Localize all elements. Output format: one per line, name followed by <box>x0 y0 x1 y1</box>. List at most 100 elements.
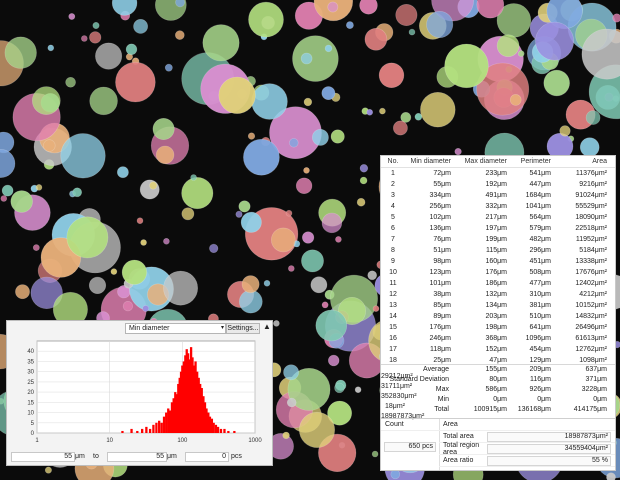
particle <box>408 28 416 36</box>
particle <box>110 268 118 275</box>
particle <box>282 431 290 440</box>
particle <box>139 179 160 200</box>
table-cell: 55μm <box>433 181 451 188</box>
particle <box>140 239 147 246</box>
particle <box>10 190 33 213</box>
table-row[interactable]: 1 72μm 233μm 541μm 11376μm² <box>381 168 615 179</box>
column-header-max-diameter[interactable]: Max diameter <box>453 158 509 165</box>
stat-value: 136168μm <box>517 406 551 413</box>
stat-row: Average 155μm 209μm 637μm 29212μm² <box>381 366 615 380</box>
results-table-body[interactable]: 1 72μm 233μm 541μm 11376μm² 2 55μm 192μm 447μm 92… <box>381 168 615 365</box>
column-header-no[interactable]: No. <box>381 158 407 165</box>
area-ratio-label: Area ratio <box>443 457 474 464</box>
table-row[interactable]: 2 55μm 192μm 447μm 9216μm² <box>381 179 615 190</box>
y-tick-label: 40 <box>27 349 34 355</box>
table-row[interactable]: 4 256μm 332μm 1041μm 55529μm² <box>381 201 615 212</box>
table-row[interactable]: 9 98μm 160μm 451μm 13338μm² <box>381 256 615 267</box>
table-row[interactable]: 13 85μm 134μm 381μm 10152μm² <box>381 300 615 311</box>
table-row[interactable]: 10 123μm 176μm 508μm 17676μm² <box>381 267 615 278</box>
table-row[interactable]: 17 118μm 152μm 454μm 12762μm² <box>381 344 615 355</box>
histogram-bar <box>155 422 158 433</box>
table-row[interactable]: 14 89μm 203μm 510μm 14832μm² <box>381 311 615 322</box>
results-table-header: No. Min diameter Max diameter Perimeter … <box>381 156 615 168</box>
histogram-toolbar: Min diameter ▾ Settings... ▲ <box>7 321 272 335</box>
column-header-area[interactable]: Area <box>553 158 609 165</box>
y-tick-label: 35 <box>27 359 34 365</box>
table-cell: 18 <box>389 357 397 364</box>
table-row[interactable]: 12 38μm 132μm 310μm 4212μm² <box>381 289 615 300</box>
table-cell: 136μm <box>429 225 451 232</box>
particle <box>295 177 313 195</box>
table-row[interactable]: 6 136μm 197μm 579μm 22518μm² <box>381 223 615 234</box>
y-tick-label: 5 <box>31 421 35 427</box>
results-table-panel: No. Min diameter Max diameter Perimeter … <box>380 155 616 471</box>
particle <box>163 270 199 306</box>
particle <box>31 86 61 115</box>
particle <box>190 174 197 181</box>
particle <box>285 209 293 217</box>
column-header-perimeter[interactable]: Perimeter <box>509 158 553 165</box>
table-cell: 246μm <box>429 335 451 342</box>
area-header: Area <box>443 421 458 428</box>
table-cell: 334μm <box>429 192 451 199</box>
table-row[interactable]: 8 51μm 115μm 296μm 5184μm² <box>381 245 615 256</box>
total-region-area-value: 34559404μm² <box>487 443 611 454</box>
table-cell: 451μm <box>529 258 551 265</box>
table-cell: 115μm <box>485 247 507 254</box>
table-cell: 14832μm² <box>575 313 607 320</box>
range-from-input[interactable]: 55 <box>11 452 75 462</box>
table-cell: 76μm <box>433 236 451 243</box>
table-cell: 11952μm² <box>575 236 607 243</box>
table-row[interactable]: 5 102μm 217μm 564μm 18090μm² <box>381 212 615 223</box>
particle <box>324 44 333 53</box>
particle <box>175 0 185 8</box>
particle <box>117 166 129 179</box>
table-cell: 176μm <box>485 269 507 276</box>
table-cell: 296μm <box>529 247 551 254</box>
table-cell: 14 <box>389 313 397 320</box>
table-cell: 132μm <box>485 291 507 298</box>
table-row[interactable]: 16 246μm 368μm 1096μm 61613μm² <box>381 333 615 344</box>
particle <box>133 18 148 34</box>
particle <box>496 34 520 58</box>
particle <box>579 137 600 157</box>
particle <box>395 4 418 26</box>
table-cell: 18090μm² <box>575 214 607 221</box>
table-cell: 176μm <box>429 324 451 331</box>
table-row[interactable]: 7 76μm 199μm 482μm 11952μm² <box>381 234 615 245</box>
table-cell: 17676μm² <box>575 269 607 276</box>
table-row[interactable]: 18 25μm 47μm 129μm 1098μm² <box>381 355 615 364</box>
table-cell: 1098μm² <box>579 357 607 364</box>
table-row[interactable]: 3 334μm 491μm 1684μm 91024μm² <box>381 190 615 201</box>
settings-button[interactable]: Settings... <box>226 323 260 334</box>
particle <box>152 118 175 141</box>
column-header-min-diameter[interactable]: Min diameter <box>407 158 453 165</box>
particle <box>612 13 620 23</box>
collapse-icon[interactable]: ▲ <box>263 322 271 331</box>
measure-select[interactable]: Min diameter ▾ <box>125 323 226 334</box>
histogram-bar <box>121 430 124 433</box>
table-cell: 22518μm² <box>575 225 607 232</box>
y-tick-label: 20 <box>27 390 34 396</box>
table-cell: 15 <box>389 324 397 331</box>
stat-value: 414175μm <box>573 406 607 413</box>
particle <box>302 231 315 244</box>
particle <box>60 133 106 179</box>
statistics-block: Average 155μm 209μm 637μm 29212μm² Standard D… <box>381 365 615 420</box>
particle <box>175 30 185 40</box>
range-to-input[interactable]: 55 <box>107 452 167 462</box>
table-cell: 10 <box>389 269 397 276</box>
table-cell: 541μm <box>529 170 551 177</box>
table-row[interactable]: 15 176μm 198μm 641μm 26496μm² <box>381 322 615 333</box>
histogram-bar <box>152 424 155 433</box>
stat-label: Min <box>437 396 449 403</box>
particle <box>1 184 14 197</box>
table-row[interactable]: 11 101μm 186μm 477μm 12402μm² <box>381 278 615 289</box>
histogram-bar <box>162 416 166 433</box>
y-tick-label: 10 <box>27 411 34 417</box>
table-cell: 510μm <box>529 313 551 320</box>
y-tick-label: 30 <box>27 370 34 376</box>
particle <box>121 259 147 285</box>
table-cell: 72μm <box>433 170 451 177</box>
table-cell: 256μm <box>429 203 451 210</box>
